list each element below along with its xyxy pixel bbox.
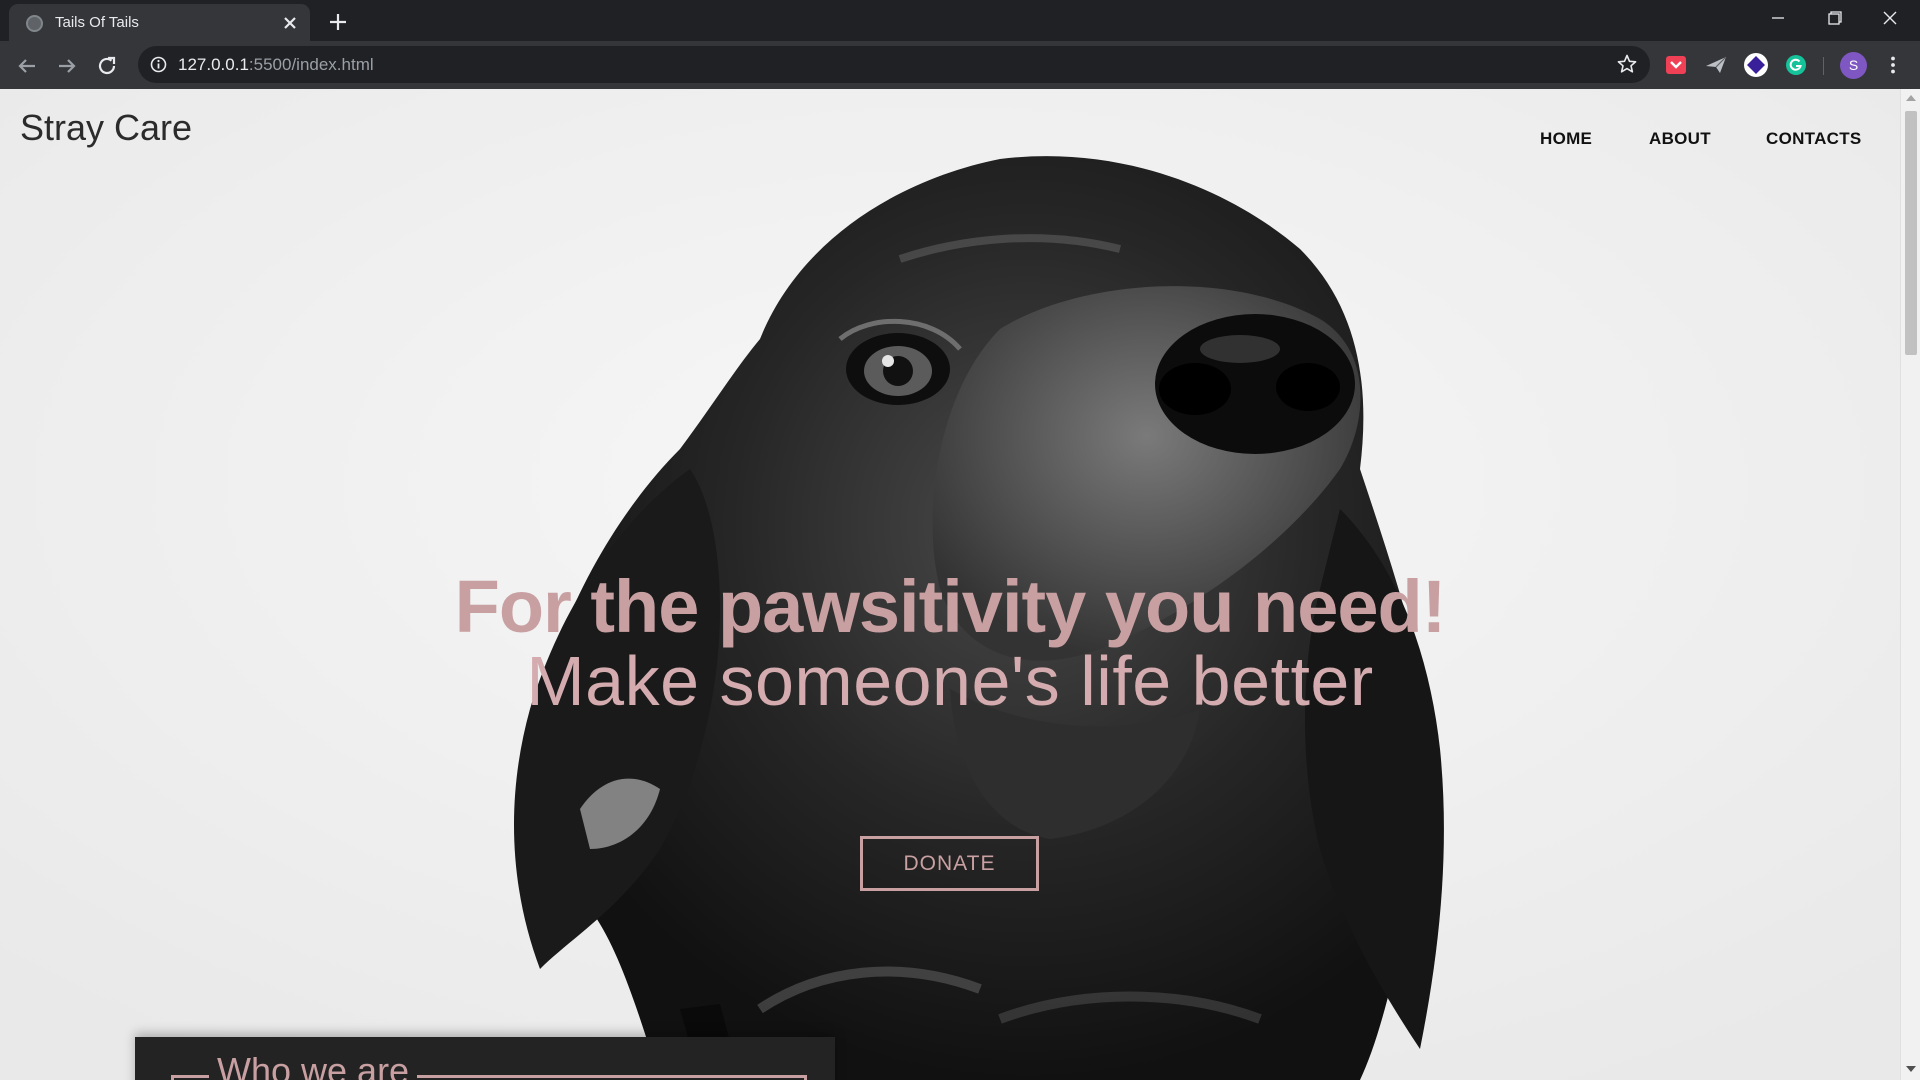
- donate-button[interactable]: DONATE: [860, 836, 1039, 891]
- who-we-are-card: Who we are: [135, 1037, 835, 1080]
- dark-reader-extension-icon[interactable]: [1743, 52, 1769, 78]
- nav-link-home[interactable]: HOME: [1540, 129, 1592, 149]
- info-icon[interactable]: [150, 56, 167, 73]
- hero-subheadline: Make someone's life better: [526, 642, 1374, 720]
- title-rule-left: [171, 1075, 209, 1078]
- url-host: 127.0.0.1: [178, 55, 249, 74]
- new-tab-button[interactable]: [324, 8, 352, 36]
- grammarly-extension-icon[interactable]: [1783, 52, 1809, 78]
- tab-title: Tails Of Tails: [55, 14, 139, 31]
- nav-link-about[interactable]: ABOUT: [1649, 129, 1711, 149]
- bookmark-star-icon[interactable]: [1616, 53, 1638, 75]
- pocket-extension-icon[interactable]: [1663, 52, 1689, 78]
- forward-arrow-icon[interactable]: [51, 50, 83, 82]
- browser-tab[interactable]: Tails Of Tails: [9, 4, 310, 41]
- toolbar-separator: [1823, 57, 1824, 75]
- site-logo[interactable]: Stray Care: [20, 107, 192, 149]
- title-rule-right: [417, 1075, 807, 1078]
- close-tab-icon[interactable]: [279, 12, 301, 34]
- frame-right: [804, 1075, 807, 1080]
- paper-plane-extension-icon[interactable]: [1703, 52, 1729, 78]
- nav-link-contacts[interactable]: CONTACTS: [1766, 129, 1862, 149]
- scroll-up-arrow-icon[interactable]: [1906, 95, 1916, 101]
- reload-icon[interactable]: [91, 50, 123, 82]
- address-bar[interactable]: 127.0.0.1:5500/index.html: [138, 46, 1650, 83]
- hero-headline: For the pawsitivity you need!: [454, 565, 1447, 648]
- back-arrow-icon[interactable]: [11, 50, 43, 82]
- scroll-down-arrow-icon[interactable]: [1906, 1066, 1916, 1072]
- scrollbar-thumb[interactable]: [1905, 111, 1917, 355]
- close-window-icon[interactable]: [1862, 0, 1918, 38]
- restore-window-icon[interactable]: [1806, 0, 1862, 38]
- profile-avatar[interactable]: S: [1840, 52, 1867, 79]
- main-nav: HOME ABOUT CONTACTS: [1500, 129, 1890, 153]
- page-scrollbar[interactable]: [1900, 89, 1920, 1080]
- url-path: :5500/index.html: [248, 55, 374, 74]
- kebab-menu-icon[interactable]: [1882, 54, 1904, 76]
- minimize-window-icon[interactable]: [1750, 0, 1806, 38]
- globe-icon: [26, 15, 43, 32]
- section-title: Who we are: [217, 1050, 410, 1080]
- page-viewport: Stray Care HOME ABOUT CONTACTS For the p…: [0, 89, 1920, 1080]
- browser-tab-strip: Tails Of Tails: [0, 0, 1920, 41]
- frame-left: [171, 1075, 174, 1080]
- browser-toolbar: 127.0.0.1:5500/index.html S: [0, 41, 1920, 89]
- url-text[interactable]: 127.0.0.1:5500/index.html: [178, 55, 374, 75]
